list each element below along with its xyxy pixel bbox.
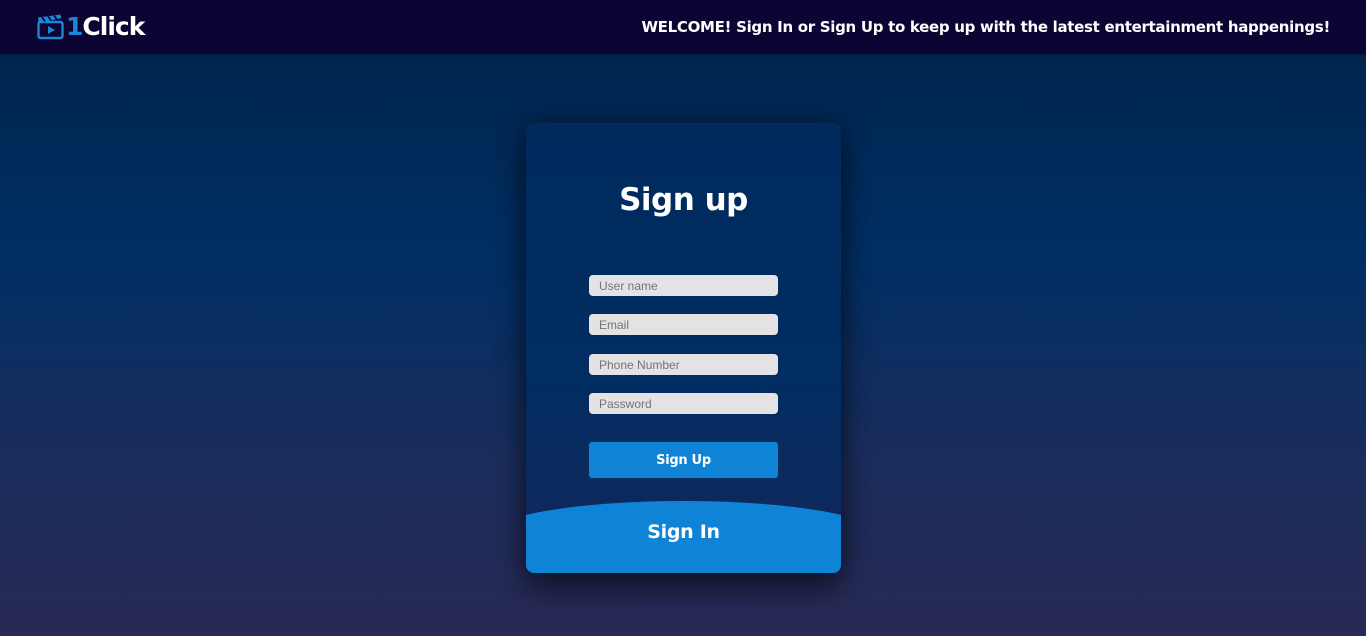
welcome-message: WELCOME! Sign In or Sign Up to keep up w…: [641, 18, 1330, 36]
form-title: Sign up: [619, 182, 748, 218]
phone-input[interactable]: [589, 354, 778, 375]
username-input[interactable]: [589, 275, 778, 296]
clapperboard-play-icon: [37, 14, 64, 40]
logo-wordmark: 1Click: [66, 12, 145, 41]
signup-card: Sign up Sign Up Sign In: [526, 123, 841, 573]
password-input[interactable]: [589, 393, 778, 414]
email-input[interactable]: [589, 314, 778, 335]
top-navbar: 1Click WELCOME! Sign In or Sign Up to ke…: [0, 0, 1366, 54]
signin-toggle-label[interactable]: Sign In: [526, 519, 841, 545]
signup-button[interactable]: Sign Up: [589, 442, 778, 478]
logo-link[interactable]: 1Click: [37, 12, 145, 42]
